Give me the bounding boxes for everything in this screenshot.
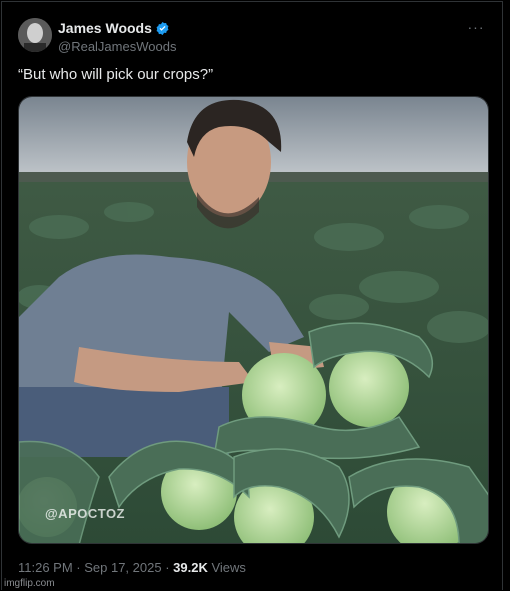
tweet-card: James Woods @RealJamesWoods ··· “But who… bbox=[1, 1, 503, 590]
author-handle[interactable]: @RealJamesWoods bbox=[58, 39, 176, 54]
verified-badge-icon bbox=[155, 21, 170, 36]
tweet-image[interactable]: @APOCTOZ bbox=[18, 96, 489, 544]
tweet-timestamp[interactable]: 11:26 PM · Sep 17, 2025 · bbox=[18, 560, 170, 575]
author-display-name[interactable]: James Woods bbox=[58, 20, 152, 36]
more-options-icon[interactable]: ··· bbox=[466, 20, 486, 40]
views-label: Views bbox=[211, 560, 246, 575]
imgflip-credit: imgflip.com bbox=[4, 578, 55, 589]
tweet-header: James Woods @RealJamesWoods ··· bbox=[18, 18, 486, 58]
avatar[interactable] bbox=[18, 18, 52, 52]
views-count: 39.2K bbox=[173, 560, 208, 575]
image-watermark: @APOCTOZ bbox=[45, 506, 125, 521]
tweet-text: “But who will pick our crops?” bbox=[18, 66, 214, 83]
tweet-meta: 11:26 PM · Sep 17, 2025 · 39.2K Views bbox=[18, 560, 246, 575]
